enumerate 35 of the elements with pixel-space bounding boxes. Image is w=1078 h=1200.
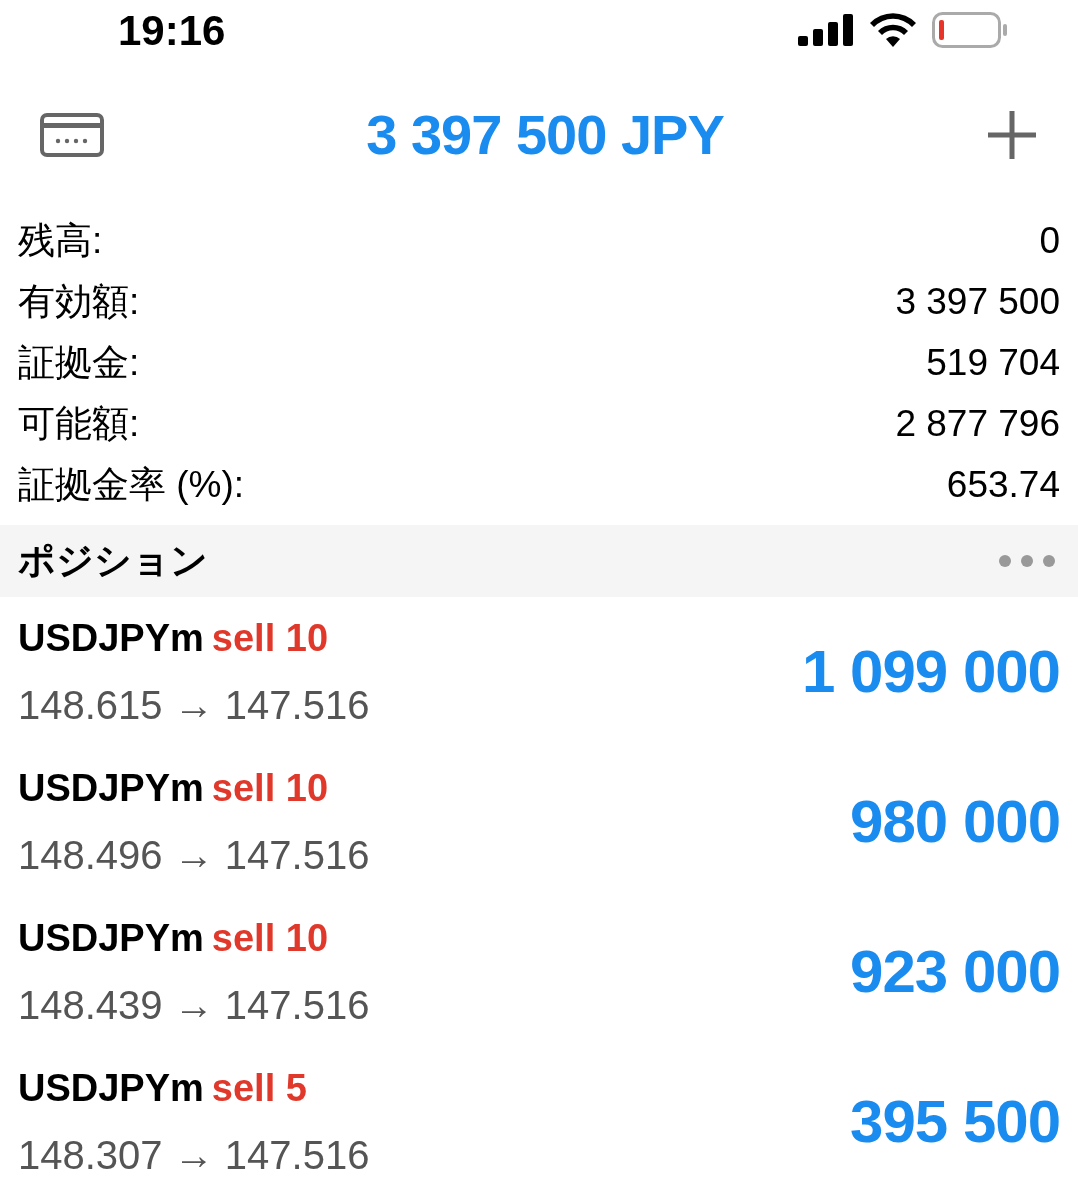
summary-label: 有効額:: [18, 279, 140, 324]
summary-label: 可能額:: [18, 401, 140, 446]
more-icon[interactable]: [998, 554, 1056, 568]
summary-label: 証拠金率 (%):: [18, 462, 245, 507]
order-text: sell 10: [211, 765, 329, 811]
summary-label: 残高:: [18, 218, 103, 263]
price-text: 148.615 → 147.516: [18, 681, 370, 729]
profit-value: 980 000: [850, 787, 1060, 857]
summary-value: 0: [1039, 218, 1060, 263]
wifi-icon: [870, 13, 916, 47]
summary-value: 653.74: [946, 462, 1060, 507]
price-text: 148.496 → 147.516: [18, 831, 370, 879]
add-icon[interactable]: [986, 109, 1038, 161]
order-text: sell 10: [211, 615, 329, 661]
symbol-text: USDJPYm: [18, 1065, 204, 1111]
order-text: sell 5: [211, 1065, 307, 1111]
card-icon[interactable]: [40, 113, 104, 157]
profit-value: 1 099 000: [802, 637, 1060, 707]
profit-value: 923 000: [850, 937, 1060, 1007]
section-title: ポジション: [18, 539, 208, 584]
order-text: sell 10: [211, 915, 329, 961]
clock-time: 19:16: [118, 5, 226, 56]
summary-value: 3 397 500: [895, 279, 1060, 324]
price-text: 148.307 → 147.516: [18, 1131, 370, 1179]
symbol-text: USDJPYm: [18, 915, 204, 961]
summary-label: 証拠金:: [18, 340, 140, 385]
balance-title: 3 397 500 JPY: [366, 102, 724, 168]
battery-icon: [932, 12, 1008, 48]
symbol-text: USDJPYm: [18, 615, 204, 661]
price-text: 148.439 → 147.516: [18, 981, 370, 1029]
signal-icon: [798, 14, 854, 46]
summary-value: 519 704: [926, 340, 1060, 385]
symbol-text: USDJPYm: [18, 765, 204, 811]
profit-value: 395 500: [850, 1087, 1060, 1157]
summary-value: 2 877 796: [895, 401, 1060, 446]
